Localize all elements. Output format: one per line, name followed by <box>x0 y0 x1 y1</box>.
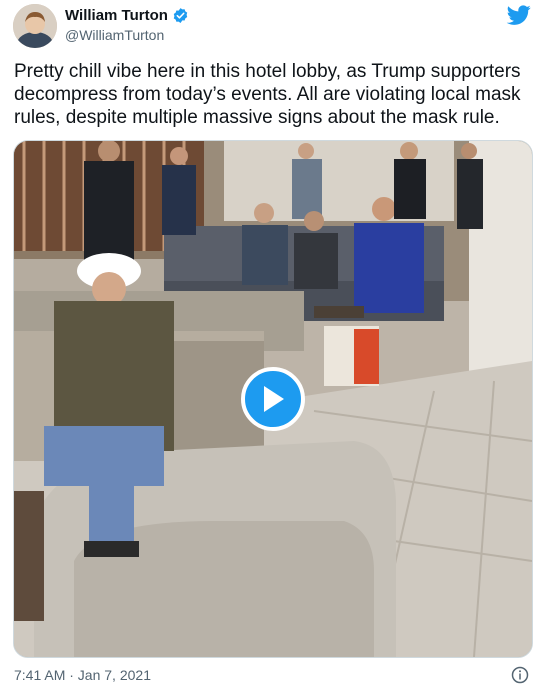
play-button[interactable] <box>241 367 305 431</box>
play-icon <box>264 386 284 412</box>
author-handle[interactable]: @WilliamTurton <box>65 27 164 43</box>
tweet-timestamp[interactable]: 7:41 AM · Jan 7, 2021 <box>14 667 151 683</box>
author-name-text: William Turton <box>65 7 168 24</box>
avatar[interactable] <box>13 4 57 48</box>
info-icon[interactable] <box>511 666 529 684</box>
avatar-photo <box>13 4 57 48</box>
tweet-text: Pretty chill vibe here in this hotel lob… <box>14 61 521 128</box>
video-player[interactable] <box>13 140 533 658</box>
author-name[interactable]: William Turton <box>65 7 189 24</box>
verified-badge-icon <box>173 8 188 23</box>
twitter-bird-icon[interactable] <box>506 3 532 27</box>
